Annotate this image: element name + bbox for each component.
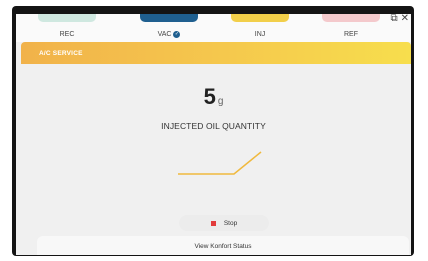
quantity-label: INJECTED OIL QUANTITY bbox=[161, 121, 266, 131]
app-screen: REC VAC ✓ INJ REF ⧉ ✕ A/C SERVICE 5g INJ… bbox=[16, 14, 411, 255]
injected-quantity: 5g bbox=[16, 84, 411, 110]
tab-ref[interactable]: REF bbox=[310, 14, 392, 42]
injection-progress-line bbox=[178, 151, 262, 175]
tab-inj-label: INJ bbox=[254, 31, 266, 38]
stop-button-label: Stop bbox=[223, 219, 238, 227]
tab-inj[interactable]: INJ bbox=[219, 14, 301, 42]
check-icon: ✓ bbox=[173, 31, 181, 38]
section-header: A/C SERVICE bbox=[21, 42, 411, 64]
close-icon[interactable]: ✕ bbox=[401, 14, 409, 24]
tab-ref-indicator bbox=[322, 14, 380, 22]
view-status-link[interactable]: View Konfort Status bbox=[195, 243, 252, 255]
section-title: A/C SERVICE bbox=[39, 49, 83, 57]
tab-rec[interactable]: REC bbox=[26, 14, 108, 42]
tab-rec-label: REC bbox=[59, 31, 75, 38]
quantity-value: 5 bbox=[203, 84, 216, 109]
stop-icon bbox=[210, 220, 216, 226]
popout-icon[interactable]: ⧉ bbox=[390, 14, 397, 24]
tab-vac[interactable]: VAC ✓ bbox=[128, 14, 210, 42]
status-panel[interactable]: View Konfort Status bbox=[37, 236, 409, 255]
tab-ref-label: REF bbox=[344, 31, 358, 38]
tab-rec-indicator bbox=[38, 14, 96, 22]
quantity-unit: g bbox=[217, 96, 224, 107]
injection-progress-graph bbox=[178, 151, 262, 175]
tab-inj-indicator bbox=[231, 14, 289, 22]
tab-vac-label: VAC bbox=[157, 31, 172, 38]
tab-vac-indicator bbox=[140, 14, 198, 22]
stop-button[interactable]: Stop bbox=[179, 215, 269, 231]
step-tabs: REC VAC ✓ INJ REF ⧉ ✕ bbox=[16, 14, 411, 42]
